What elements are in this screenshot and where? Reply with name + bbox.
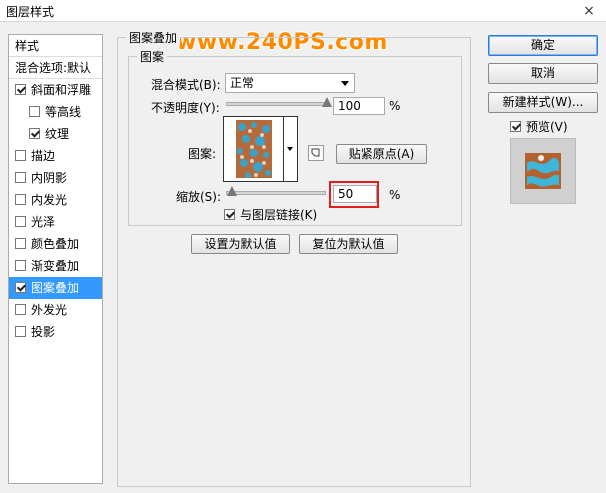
checkbox-inner-glow[interactable] (15, 194, 26, 205)
pattern-preview-image (236, 120, 272, 178)
style-item-inner-shadow[interactable]: 内阴影 (9, 167, 102, 189)
cancel-button[interactable]: 取消 (488, 63, 598, 84)
chevron-down-icon (341, 81, 349, 86)
checkbox-texture[interactable] (29, 128, 40, 139)
scale-label: 缩放(S): (176, 190, 222, 204)
style-item-bevel[interactable]: 斜面和浮雕 (9, 79, 102, 101)
scale-slider-thumb[interactable] (226, 186, 237, 198)
chevron-down-icon (287, 147, 293, 151)
preview-image (525, 153, 561, 189)
style-item-gradient-overlay[interactable]: 渐变叠加 (9, 255, 102, 277)
pattern-picker-dropdown[interactable] (284, 116, 298, 182)
scale-percent: % (389, 188, 401, 202)
link-with-layer-checkbox[interactable] (224, 209, 235, 220)
scale-slider[interactable] (226, 186, 326, 196)
style-item-color-overlay[interactable]: 颜色叠加 (9, 233, 102, 255)
pattern-legend: 图案 (137, 48, 168, 65)
style-item-drop-shadow[interactable]: 投影 (9, 321, 102, 343)
checkbox-color-overlay[interactable] (15, 238, 26, 249)
set-default-button[interactable]: 设置为默认值 (191, 234, 290, 254)
snap-to-origin-button[interactable]: 贴紧原点(A) (336, 144, 427, 164)
window-title: 图层样式 (6, 5, 55, 19)
opacity-slider-thumb[interactable] (322, 97, 332, 109)
new-preset-icon[interactable] (308, 145, 324, 161)
blend-mode-label: 混合模式(B): (151, 78, 221, 92)
style-item-stroke[interactable]: 描边 (9, 145, 102, 167)
style-item-contour[interactable]: 等高线 (9, 101, 102, 123)
checkbox-contour[interactable] (29, 106, 40, 117)
link-with-layer-label: 与图层链接(K) (240, 208, 318, 222)
opacity-percent: % (389, 99, 401, 113)
style-list-header[interactable]: 样式 (9, 35, 102, 57)
style-preview-thumbnail (510, 138, 576, 204)
style-list: 样式 混合选项:默认 斜面和浮雕 等高线 纹理 描边 内阴影 内发光 光泽 颜色… (8, 34, 103, 484)
new-style-button[interactable]: 新建样式(W)... (488, 92, 598, 113)
close-icon[interactable]: × (580, 2, 598, 20)
style-item-inner-glow[interactable]: 内发光 (9, 189, 102, 211)
style-item-outer-glow[interactable]: 外发光 (9, 299, 102, 321)
opacity-input[interactable]: 100 (333, 97, 385, 115)
style-item-texture[interactable]: 纹理 (9, 123, 102, 145)
highlight-box (329, 181, 379, 208)
blend-options-item[interactable]: 混合选项:默认 (9, 57, 102, 79)
style-item-satin[interactable]: 光泽 (9, 211, 102, 233)
opacity-label: 不透明度(Y): (151, 101, 220, 115)
checkbox-pattern-overlay[interactable] (15, 282, 26, 293)
style-item-pattern-overlay[interactable]: 图案叠加 (9, 277, 102, 299)
checkbox-bevel[interactable] (15, 84, 26, 95)
pattern-overlay-legend: 图案叠加 (126, 29, 181, 46)
preview-checkbox[interactable] (510, 121, 521, 132)
checkbox-drop-shadow[interactable] (15, 326, 26, 337)
checkbox-outer-glow[interactable] (15, 304, 26, 315)
reset-default-button[interactable]: 复位为默认值 (299, 234, 398, 254)
blend-mode-select[interactable]: 正常 (225, 73, 355, 93)
title-bar: 图层样式 × (0, 0, 606, 22)
blend-mode-value: 正常 (230, 76, 255, 90)
checkbox-satin[interactable] (15, 216, 26, 227)
preview-option[interactable]: 预览(V) (510, 118, 568, 135)
checkbox-gradient-overlay[interactable] (15, 260, 26, 271)
pattern-swatch[interactable] (223, 116, 284, 182)
pattern-label: 图案: (188, 147, 217, 161)
opacity-slider[interactable] (226, 97, 332, 107)
preview-label: 预览(V) (526, 120, 568, 134)
link-with-layer-option[interactable]: 与图层链接(K) (224, 206, 317, 223)
checkbox-stroke[interactable] (15, 150, 26, 161)
ok-button[interactable]: 确定 (488, 35, 598, 56)
checkbox-inner-shadow[interactable] (15, 172, 26, 183)
